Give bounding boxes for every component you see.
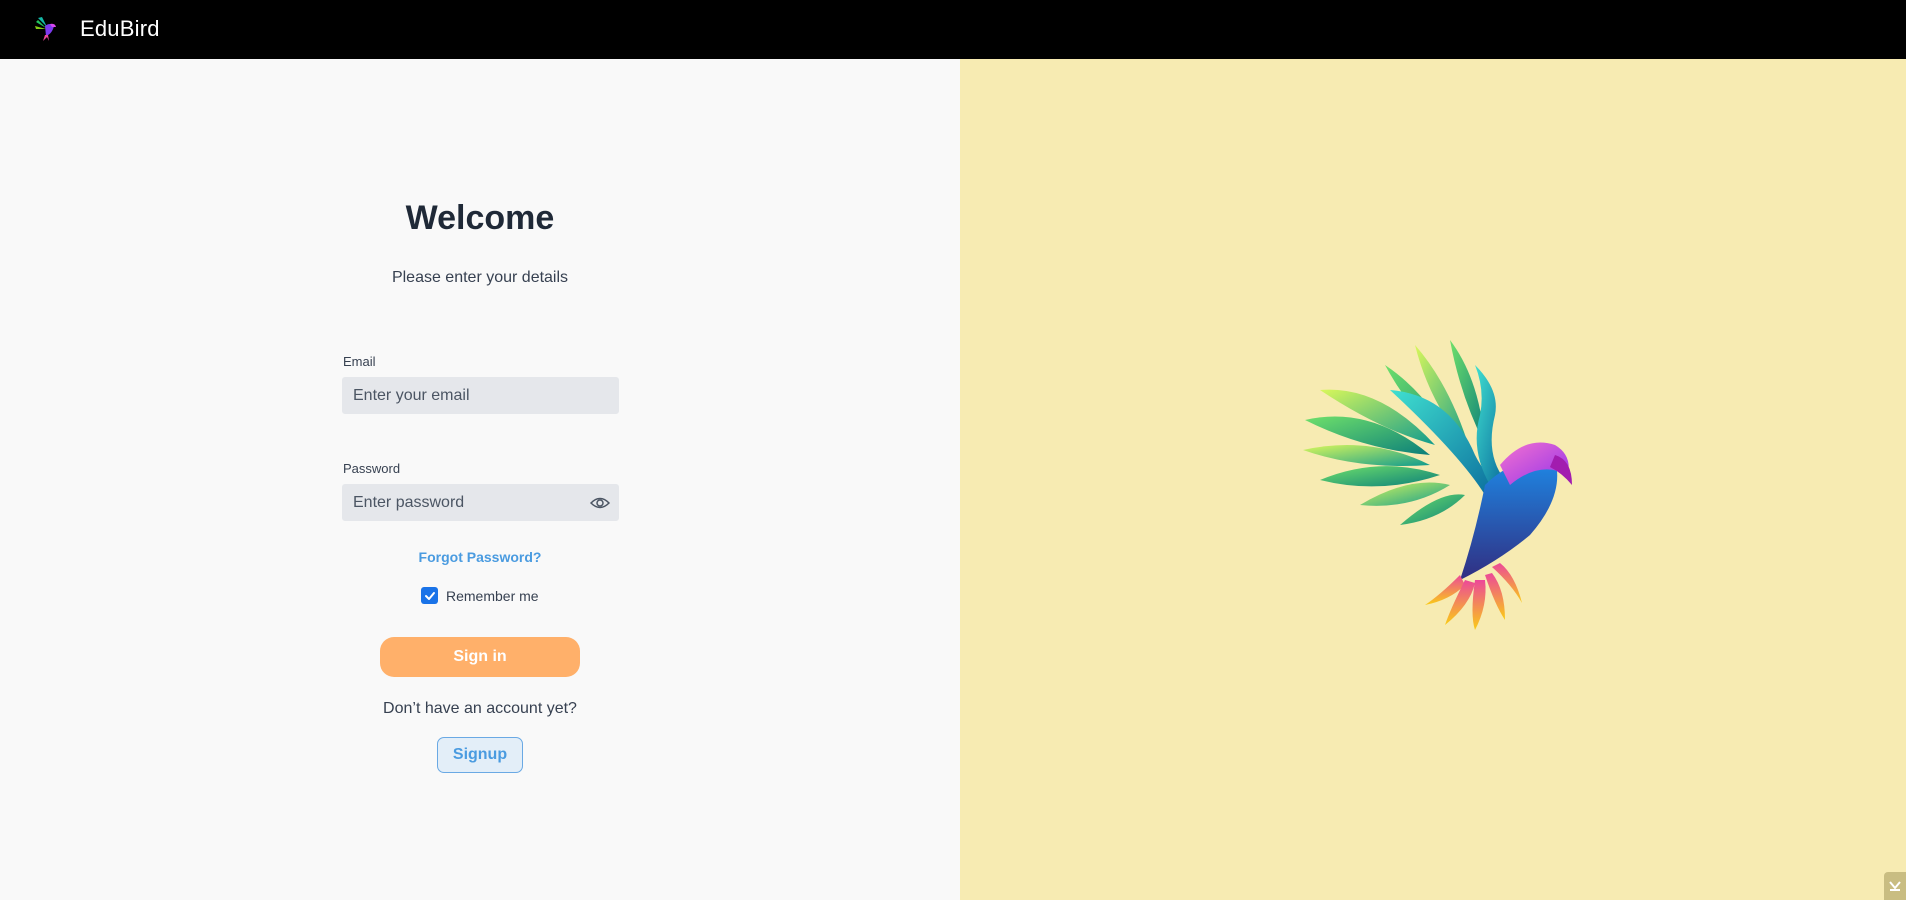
remember-me-checkbox[interactable] (421, 587, 438, 604)
eye-icon[interactable] (590, 494, 610, 512)
top-navbar: EduBird (0, 0, 1906, 59)
page-subtitle: Please enter your details (391, 269, 569, 286)
page-title: Welcome (405, 199, 555, 237)
bird-logo-icon[interactable] (32, 14, 62, 44)
email-field-wrapper[interactable] (342, 377, 619, 414)
remember-me-row[interactable]: Remember me (421, 587, 539, 604)
remember-me-label: Remember me (446, 587, 539, 604)
no-account-text: Don’t have an account yet? (383, 700, 577, 717)
login-panel: Welcome Please enter your details Email … (0, 59, 960, 900)
password-field-wrapper[interactable] (342, 484, 619, 521)
forgot-password-link[interactable]: Forgot Password? (0, 549, 960, 565)
colorful-bird-illustration (1303, 340, 1572, 630)
email-label: Email (343, 354, 376, 369)
email-field[interactable] (353, 386, 583, 405)
sign-in-button[interactable]: Sign in (380, 637, 580, 677)
password-label: Password (343, 461, 401, 476)
chevron-down-icon (1889, 881, 1901, 891)
corner-toggle[interactable] (1884, 872, 1906, 900)
brand-name[interactable]: EduBird (80, 16, 160, 42)
signup-button[interactable]: Signup (437, 737, 523, 773)
checkmark-icon (424, 591, 435, 600)
password-field[interactable] (353, 493, 583, 512)
